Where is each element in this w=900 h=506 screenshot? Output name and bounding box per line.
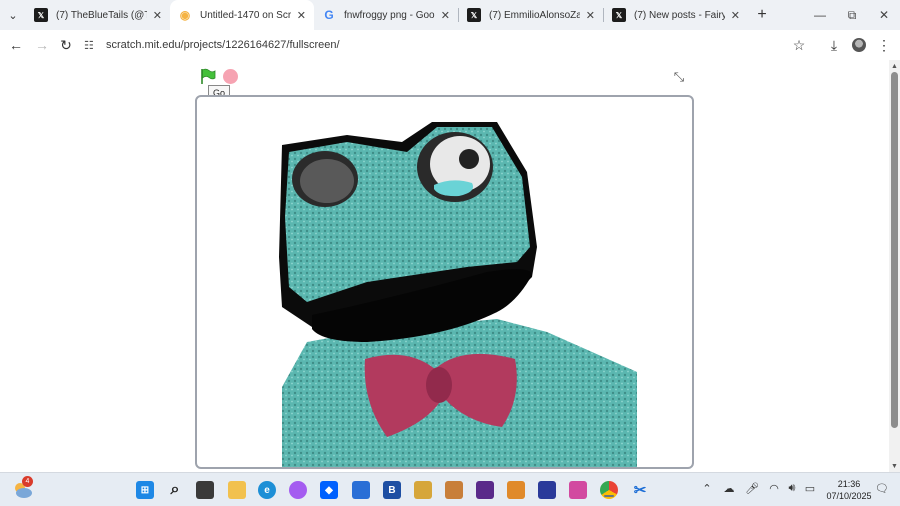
- running-indicator: [604, 495, 614, 497]
- file-explorer-icon[interactable]: [228, 481, 246, 499]
- address-text: scratch.mit.edu/projects/1226164627/full…: [106, 39, 340, 51]
- exit-fullscreen-icon[interactable]: ⤡: [672, 70, 686, 84]
- forward-icon[interactable]: →: [29, 32, 55, 58]
- tab-5[interactable]: 𝕏 (7) New posts - Fairy Kin ✕: [604, 0, 748, 30]
- weather-badge: 4: [22, 476, 33, 487]
- close-tab-icon[interactable]: ✕: [441, 9, 450, 22]
- tab-search-dropdown-icon[interactable]: ⌄: [0, 0, 26, 30]
- b-app-icon[interactable]: B: [383, 481, 401, 499]
- search-icon[interactable]: ⌕: [166, 481, 184, 499]
- clock-date: 07/10/2025: [826, 491, 872, 501]
- tab-3[interactable]: G fnwfroggy png - Google ✕: [314, 0, 458, 30]
- clock-time: 21:36: [837, 479, 861, 489]
- game-3-icon[interactable]: [476, 481, 494, 499]
- new-tab-button[interactable]: +: [748, 6, 776, 24]
- game-6-icon[interactable]: [569, 481, 587, 499]
- google-icon: G: [324, 8, 334, 22]
- game-2-icon[interactable]: [445, 481, 463, 499]
- page-scrollbar[interactable]: ▲ ▼: [889, 60, 900, 472]
- close-tab-icon[interactable]: ✕: [153, 9, 162, 22]
- tab-title: fnwfroggy png - Google: [344, 9, 435, 21]
- dropbox-icon[interactable]: ◆: [320, 481, 338, 499]
- chrome-icon[interactable]: [600, 481, 618, 499]
- hidden-icons-chevron-icon[interactable]: ⌃: [699, 482, 715, 495]
- tab-title: (7) New posts - Fairy Kin: [634, 9, 725, 21]
- address-bar[interactable]: ☷ scratch.mit.edu/projects/1226164627/fu…: [84, 33, 774, 57]
- tab-title: (7) TheBlueTails (@TheBl: [56, 9, 147, 21]
- avatar: [852, 38, 866, 52]
- close-tab-icon[interactable]: ✕: [731, 9, 740, 22]
- notifications-icon[interactable]: 🗨︎: [874, 482, 890, 495]
- scroll-up-arrow-icon[interactable]: ▲: [889, 62, 900, 72]
- taskbar-clock[interactable]: 21:36 07/10/2025: [826, 478, 872, 502]
- game-1-icon[interactable]: [414, 481, 432, 499]
- windows-taskbar: 4 ⊞ ⌕ e ◆ B ✂ ⌃ ☁ 🎤︎ ◠ 🔊︎ ▭ 21:36 07/10/…: [0, 472, 900, 506]
- x-icon: 𝕏: [467, 8, 481, 22]
- x-icon: 𝕏: [34, 8, 48, 22]
- browser-toolbar: ← → ↻ ☷ scratch.mit.edu/projects/1226164…: [0, 30, 900, 60]
- tab-title: (7) EmmilioAlonsoZamo: [489, 9, 580, 21]
- menu-kebab-icon[interactable]: ⋮: [870, 30, 898, 60]
- tab-2[interactable]: ◉ Untitled-1470 on Scratch ✕: [170, 0, 314, 30]
- start-icon[interactable]: ⊞: [136, 481, 154, 499]
- frog-sprite: [279, 122, 637, 467]
- scrollbar-thumb[interactable]: [891, 72, 898, 428]
- store-icon[interactable]: [352, 481, 370, 499]
- scroll-down-arrow-icon[interactable]: ▼: [889, 462, 900, 472]
- download-icon[interactable]: ⤓: [820, 30, 848, 60]
- stop-button[interactable]: [223, 69, 238, 84]
- tab-title: Untitled-1470 on Scratch: [200, 9, 291, 21]
- profile-avatar[interactable]: [845, 30, 873, 60]
- close-tab-icon[interactable]: ✕: [586, 9, 595, 22]
- reload-icon[interactable]: ↻: [53, 32, 79, 58]
- close-tab-icon[interactable]: ✕: [297, 9, 306, 22]
- site-settings-icon[interactable]: ☷: [84, 39, 106, 52]
- wifi-icon[interactable]: ◠: [766, 482, 782, 495]
- copilot-icon[interactable]: [289, 481, 307, 499]
- battery-icon[interactable]: ▭: [802, 482, 818, 495]
- bookmark-star-icon[interactable]: ☆: [785, 30, 813, 60]
- back-icon[interactable]: ←: [3, 32, 29, 58]
- snipping-tool-icon[interactable]: ✂: [631, 481, 649, 499]
- onedrive-icon[interactable]: ☁: [721, 482, 737, 495]
- tab-1[interactable]: 𝕏 (7) TheBlueTails (@TheBl ✕: [26, 0, 170, 30]
- edge-icon[interactable]: e: [258, 481, 276, 499]
- scratch-icon: ◉: [179, 8, 191, 22]
- task-view-icon[interactable]: [196, 481, 214, 499]
- game-5-icon[interactable]: [538, 481, 556, 499]
- green-flag-icon[interactable]: [200, 68, 216, 84]
- tab-4[interactable]: 𝕏 (7) EmmilioAlonsoZamo ✕: [459, 0, 603, 30]
- minimize-icon[interactable]: —: [804, 0, 836, 30]
- game-4-icon[interactable]: [507, 481, 525, 499]
- restore-icon[interactable]: ⧉: [836, 0, 868, 30]
- page-content: Go ⤡ ▲ ▼: [0, 60, 900, 472]
- volume-icon[interactable]: 🔊︎: [784, 482, 800, 495]
- close-window-icon[interactable]: ✕: [868, 0, 900, 30]
- x-icon: 𝕏: [612, 8, 626, 22]
- microphone-icon[interactable]: 🎤︎: [744, 482, 760, 495]
- project-stage[interactable]: [195, 95, 694, 469]
- tab-strip: ⌄ 𝕏 (7) TheBlueTails (@TheBl ✕ ◉ Untitle…: [0, 0, 900, 30]
